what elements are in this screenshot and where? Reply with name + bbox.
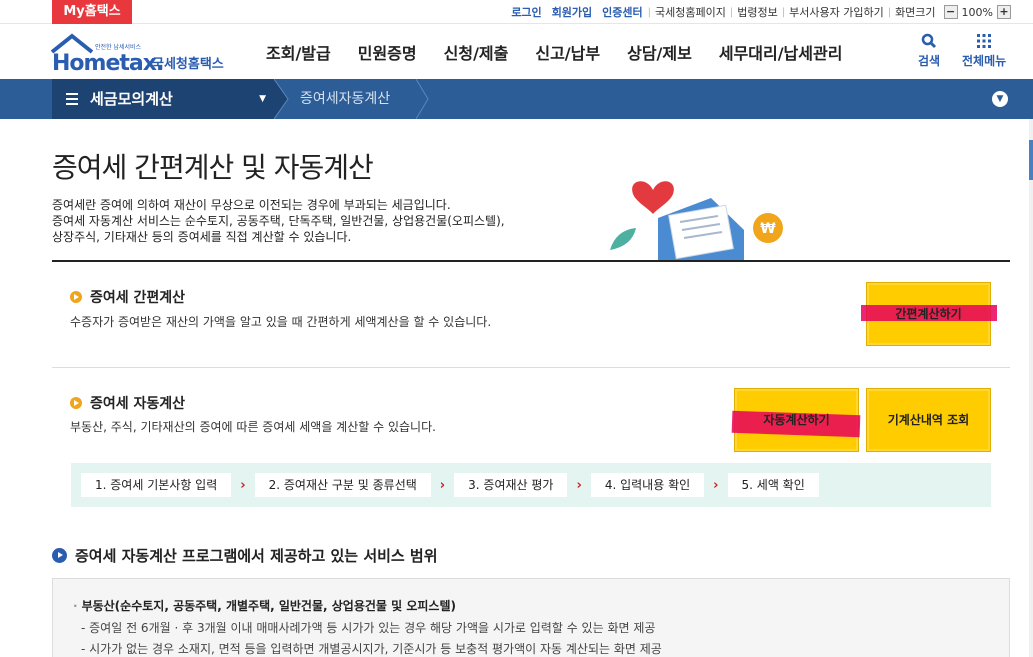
- svg-text:₩: ₩: [760, 221, 776, 237]
- nav-item-apply[interactable]: 신청/제출: [444, 40, 509, 64]
- auto-calc-title: 증여세 자동계산: [70, 393, 185, 413]
- search-button[interactable]: 검색: [918, 33, 940, 69]
- search-label: 검색: [918, 54, 941, 68]
- services-title-text: 증여세 자동계산 프로그램에서 제공하고 있는 서비스 범위: [75, 547, 438, 565]
- zoom-level: 100%: [961, 5, 993, 19]
- login-link[interactable]: 로그인: [511, 4, 541, 20]
- location-level2-label[interactable]: 증여세자동계산: [300, 79, 390, 119]
- grid-menu-icon: [977, 34, 992, 48]
- nav-item-consult[interactable]: 상담/제보: [627, 40, 692, 64]
- all-menu-button[interactable]: 전체메뉴: [962, 33, 1006, 69]
- nav-item-agent[interactable]: 세무대리/납세관리: [719, 40, 843, 64]
- logo-brand: Hometax.: [52, 51, 163, 76]
- location-expand-icon[interactable]: ▼: [992, 91, 1008, 107]
- utility-links: 로그인 회원가입 인증센터 | 국세청홈페이지 | 법령정보 | 부서사용자 가…: [506, 0, 1011, 24]
- auto-calc-title-text: 증여세 자동계산: [90, 396, 186, 412]
- location-bar: 세금모의계산 ▼ 증여세자동계산 ▼: [0, 79, 1033, 119]
- services-item: - 시가가 없는 경우 소재지, 면적 등을 입력하면 개별공시지가, 기준시가…: [81, 642, 662, 656]
- location-level1-label: 세금모의계산: [90, 90, 173, 108]
- chevron-right-icon: ›: [576, 477, 582, 493]
- my-hometax-button[interactable]: My홈택스: [52, 0, 132, 24]
- divider: |: [729, 6, 734, 18]
- search-icon: [921, 33, 937, 49]
- auto-calc-button[interactable]: 자동계산하기: [731, 388, 861, 452]
- chevron-right-icon: ›: [439, 477, 446, 493]
- screen-size-label: 화면크기: [895, 6, 936, 19]
- logo-slogan: 안전한 납세서비스: [95, 43, 142, 51]
- page-title: 증여세 간편계산 및 자동계산: [52, 151, 374, 184]
- main-nav: 조회/발급 민원증명 신청/제출 신고/납부 상담/제보 세무대리/납세관리: [266, 25, 869, 79]
- services-heading: 부동산(순수토지, 공동주택, 개별주택, 일반건물, 상업용건물 및 오피스텔…: [73, 597, 456, 614]
- simple-calc-title: 증여세 간편계산: [70, 287, 185, 307]
- breadcrumb-chevron-icon: [274, 79, 289, 119]
- nav-item-report-pay[interactable]: 신고/납부: [535, 40, 600, 64]
- cert-center-link[interactable]: 인증센터: [602, 4, 642, 20]
- breadcrumb-chevron-icon: [416, 79, 429, 119]
- bullet-arrow-icon: [70, 397, 82, 409]
- simple-calc-button-label: 간편계산하기: [895, 307, 962, 321]
- signup-link[interactable]: 회원가입: [552, 4, 592, 20]
- page-desc-line: 증여세란 증여에 의하여 재산이 무상으로 이전되는 경우에 부과되는 세금입니…: [52, 198, 451, 212]
- auto-calc-description: 부동산, 주식, 기타재산의 증여에 따른 증여세 세액을 계산할 수 있습니다…: [70, 420, 436, 434]
- simple-calc-section: 증여세 간편계산 수증자가 증여받은 재산의 가액을 알고 있을 때 간편하게 …: [52, 262, 1010, 368]
- divider: |: [887, 6, 892, 18]
- logo-korean: 국세청홈택스: [152, 56, 224, 72]
- step-item: 1. 증여세 기본사항 입력: [81, 473, 232, 497]
- nts-homepage-link[interactable]: 국세청홈페이지: [655, 4, 726, 20]
- step-item: 3. 증여재산 평가: [454, 473, 568, 497]
- nav-item-inquiry[interactable]: 조회/발급: [266, 40, 331, 64]
- step-item: 5. 세액 확인: [727, 473, 819, 497]
- hometax-logo[interactable]: 안전한 납세서비스 Hometax. 국세청홈택스: [50, 30, 235, 76]
- nav-item-certificates[interactable]: 민원증명: [358, 40, 417, 64]
- circle-arrow-icon: [52, 548, 67, 563]
- gift-envelope-illustration: ₩: [610, 181, 783, 262]
- caret-down-icon: ▼: [259, 94, 266, 104]
- zoom-control: − 100% +: [943, 5, 1011, 19]
- page-description: 증여세란 증여에 의하여 재산이 무상으로 이전되는 경우에 부과되는 세금입니…: [52, 197, 572, 245]
- auto-calc-button-label: 자동계산하기: [763, 413, 830, 427]
- calc-history-button[interactable]: 기계산내역 조회: [866, 388, 991, 452]
- step-item: 2. 증여재산 구분 및 종류선택: [254, 473, 431, 497]
- step-item: 4. 입력내용 확인: [590, 473, 705, 497]
- simple-calc-title-text: 증여세 간편계산: [90, 290, 186, 306]
- simple-calc-description: 수증자가 증여받은 재산의 가액을 알고 있을 때 간편하게 세액계산을 할 수…: [70, 315, 492, 329]
- law-info-link[interactable]: 법령정보: [737, 4, 777, 20]
- calc-steps: 1. 증여세 기본사항 입력 › 2. 증여재산 구분 및 종류선택 › 3. …: [71, 463, 991, 507]
- chevron-right-icon: ›: [713, 477, 719, 493]
- location-level1-dropdown[interactable]: 세금모의계산 ▼: [52, 79, 274, 119]
- bullet-arrow-icon: [70, 291, 82, 303]
- page-desc-line: 상장주식, 기타재산 등의 증여세를 직접 계산할 수 있습니다.: [52, 230, 352, 244]
- utility-bar: My홈택스 로그인 회원가입 인증센터 | 국세청홈페이지 | 법령정보 | 부…: [0, 0, 1033, 24]
- divider: |: [781, 6, 786, 18]
- chevron-right-icon: ›: [240, 477, 246, 493]
- services-title: 증여세 자동계산 프로그램에서 제공하고 있는 서비스 범위: [52, 545, 438, 566]
- services-item: - 증여일 전 6개월 · 후 3개월 이내 매매사례가액 등 시가가 있는 경…: [81, 621, 656, 635]
- services-box: 부동산(순수토지, 공동주택, 개별주택, 일반건물, 상업용건물 및 오피스텔…: [52, 578, 1010, 657]
- divider: |: [647, 6, 652, 18]
- scrollbar[interactable]: [1029, 119, 1033, 657]
- simple-calc-button[interactable]: 간편계산하기: [861, 282, 997, 346]
- zoom-out-button[interactable]: −: [943, 5, 958, 19]
- scrollbar-thumb[interactable]: [1029, 140, 1033, 180]
- dept-user-signup-link[interactable]: 부서사용자 가입하기: [789, 4, 884, 20]
- all-menu-label: 전체메뉴: [962, 54, 1007, 68]
- zoom-in-button[interactable]: +: [997, 5, 1011, 19]
- hamburger-icon: [66, 93, 78, 105]
- header: 안전한 납세서비스 Hometax. 국세청홈택스 조회/발급 민원증명 신청/…: [0, 25, 1033, 79]
- page-desc-line: 증여세 자동계산 서비스는 순수토지, 공동주택, 단독주택, 일반건물, 상업…: [52, 214, 505, 228]
